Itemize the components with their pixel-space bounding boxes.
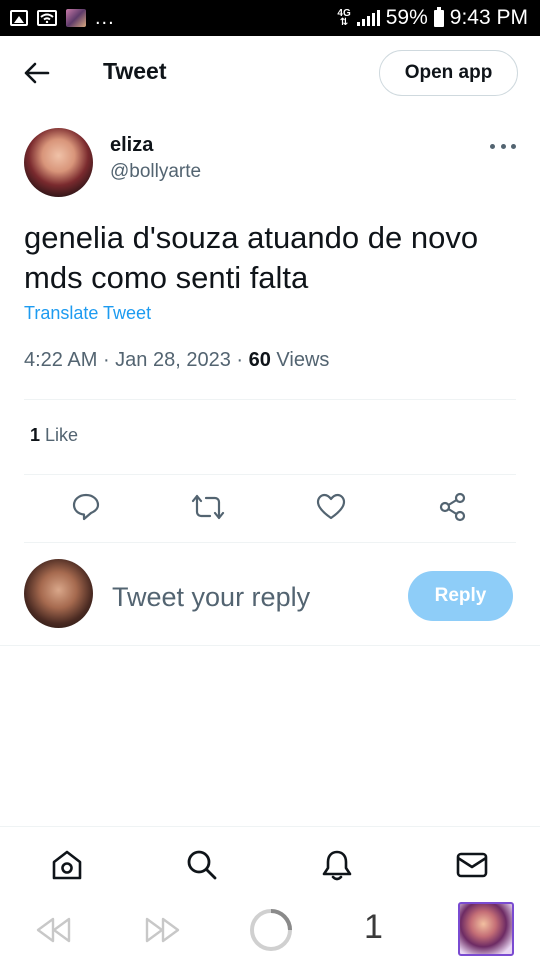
status-right: 4G ⇅ 59% 9:43 PM [337, 6, 528, 30]
status-left-icons: ... [10, 7, 115, 29]
gallery-icon [10, 10, 28, 26]
reply-button[interactable]: Reply [408, 571, 513, 621]
share-icon[interactable] [436, 490, 470, 524]
divider [24, 542, 516, 543]
tweet-date: Jan 28, 2023 [115, 349, 231, 371]
views-count: 60 [248, 349, 271, 371]
divider [24, 399, 516, 400]
author-name[interactable]: eliza [110, 134, 153, 157]
search-icon[interactable] [184, 847, 220, 883]
clock: 9:43 PM [449, 6, 528, 29]
tab-count[interactable]: 1 [364, 908, 383, 947]
browser-forward-icon[interactable] [142, 914, 182, 946]
meta-separator: · [236, 349, 249, 371]
author-handle[interactable]: @bollyarte [110, 161, 201, 183]
likes-label: Like [45, 425, 79, 445]
meta-separator: · [102, 349, 116, 371]
open-app-button[interactable]: Open app [379, 50, 518, 96]
status-bar: ... 4G ⇅ 59% 9:43 PM [0, 0, 540, 36]
page-title: Tweet [103, 58, 167, 84]
battery-percent: 59% [385, 6, 428, 29]
network-type: 4G ⇅ [337, 8, 351, 28]
more-notifications-indicator: ... [95, 7, 115, 29]
messages-icon[interactable] [454, 847, 490, 883]
battery-icon [433, 6, 444, 27]
wifi-notification-icon [37, 10, 57, 26]
notifications-icon[interactable] [319, 847, 355, 883]
user-avatar[interactable] [24, 559, 93, 628]
network-label: 4G [337, 8, 351, 19]
tweet-meta: 4:22 AM · Jan 28, 2023 · 60 Views [24, 349, 329, 372]
divider [0, 645, 540, 646]
tweet-time: 4:22 AM [24, 349, 98, 371]
more-options-icon[interactable] [490, 136, 516, 156]
reply-icon[interactable] [69, 490, 103, 524]
header: Tweet Open app [0, 36, 540, 110]
views-label: Views [276, 349, 330, 371]
reply-input[interactable] [112, 578, 392, 616]
image-notification-icon [66, 9, 86, 27]
loading-spinner-icon[interactable] [248, 907, 294, 953]
tweet-text: genelia d'souza atuando de novo mds como… [24, 220, 479, 295]
tab-thumbnail[interactable] [458, 902, 514, 956]
likes-count: 1 [30, 425, 41, 445]
author-avatar[interactable] [24, 128, 93, 197]
back-arrow-icon[interactable] [22, 60, 52, 86]
home-icon[interactable] [49, 847, 85, 883]
divider [24, 474, 516, 475]
likes-count-link[interactable]: 1 Like [30, 425, 78, 446]
like-icon[interactable] [314, 490, 348, 524]
browser-back-icon[interactable] [34, 914, 74, 946]
translate-tweet-link[interactable]: Translate Tweet [24, 303, 151, 324]
bottom-nav [0, 826, 540, 898]
signal-icon [356, 10, 380, 26]
retweet-icon[interactable] [191, 490, 225, 524]
